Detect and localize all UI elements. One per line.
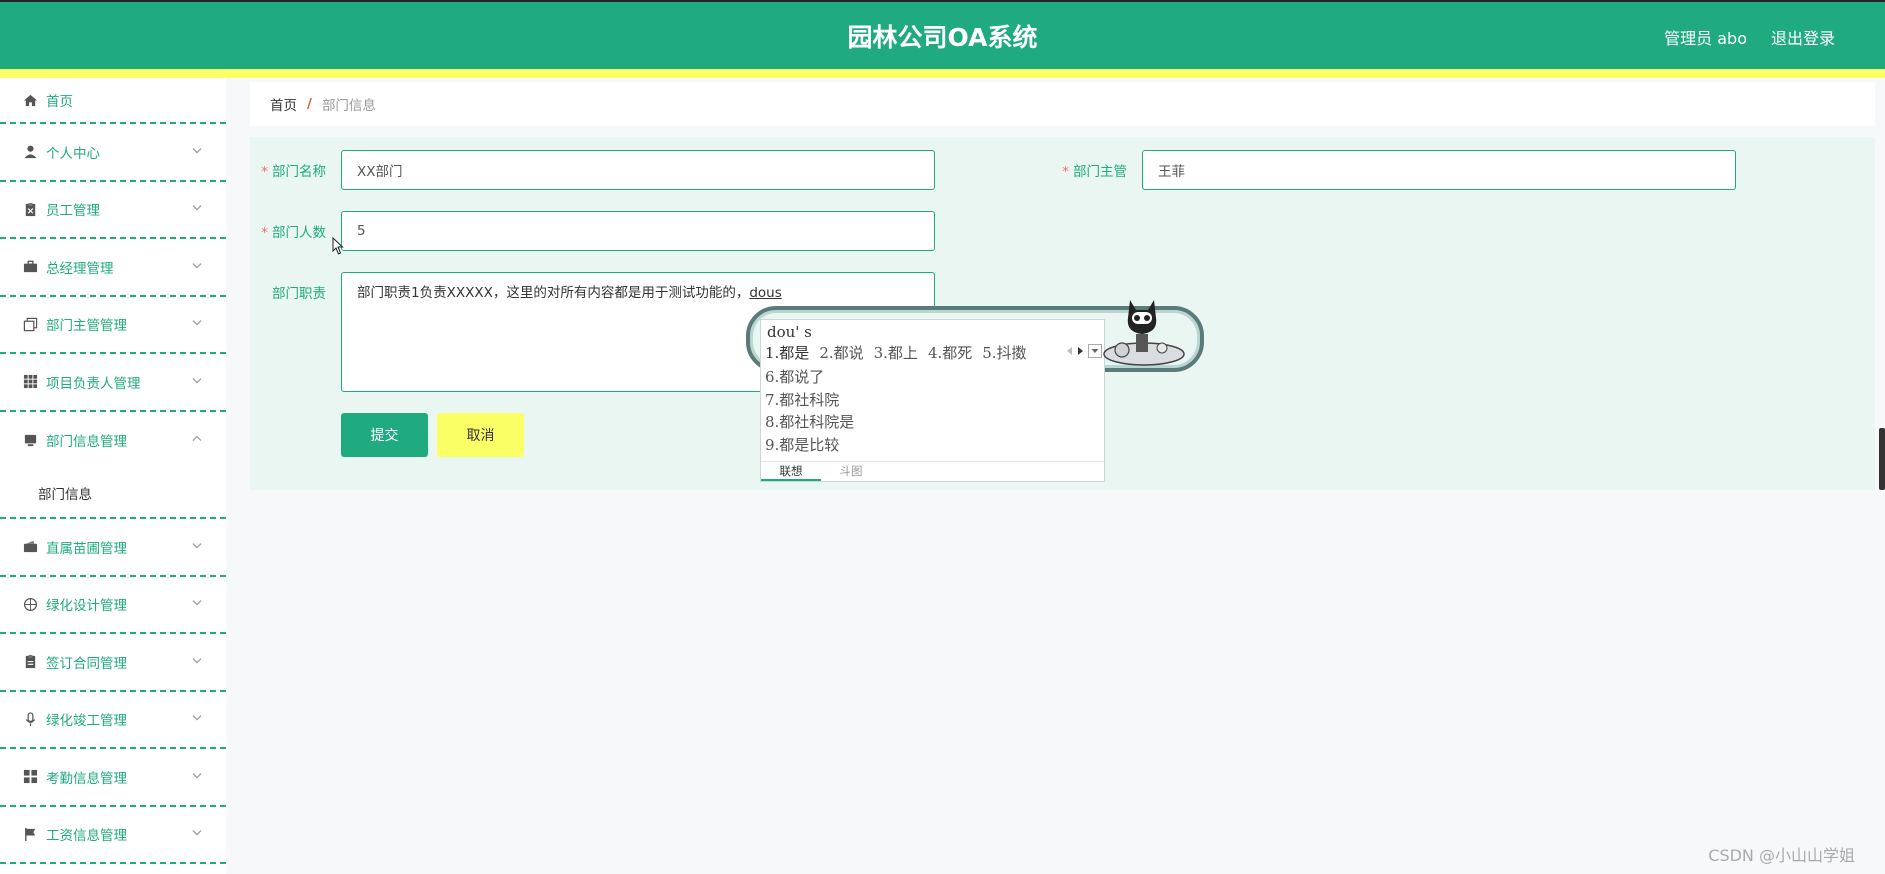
header-actions: 管理员 abo 退出登录 [1664, 25, 1835, 49]
dept-duty-label: 部门职责 [272, 286, 326, 302]
sidebar-item-gm[interactable]: 总经理管理 [0, 239, 226, 297]
ime-composing-text: dous [749, 285, 782, 301]
dept-count-input[interactable]: 5 [341, 211, 935, 251]
ime-pinyin: dou' s [767, 323, 812, 341]
ime-tab-association[interactable]: 联想 [761, 462, 821, 481]
chevron-down-icon [192, 715, 202, 721]
flag-icon [22, 826, 38, 842]
top-header: 园林公司OA系统 管理员 abo 退出登录 [0, 0, 1885, 69]
microphone-icon [22, 711, 38, 727]
watermark: CSDN @小山山学姐 [1708, 846, 1855, 865]
sidebar-item-attendance[interactable]: 考勤信息管理 [0, 749, 226, 807]
dept-name-input[interactable]: XX部门 [341, 150, 935, 190]
breadcrumb-current: 部门信息 [321, 98, 376, 114]
sidebar-item-dept-info[interactable]: 部门信息管理 [0, 412, 226, 470]
chevron-down-icon [192, 377, 202, 384]
breadcrumb: 首页 / 部门信息 [250, 82, 1875, 126]
ime-candidate[interactable]: 5.抖擞 [982, 342, 1026, 363]
chevron-down-icon [192, 657, 202, 664]
ime-mascot-icon [1103, 300, 1185, 366]
breadcrumb-home[interactable]: 首页 [270, 94, 297, 114]
ime-candidate[interactable]: 8.都社科院是 [765, 411, 854, 434]
ime-candidates-list: 6.都说了 7.都社科院 8.都社科院是 9.都是比较 [765, 366, 854, 456]
cancel-button[interactable]: 取消 [437, 413, 524, 457]
sidebar-item-personal[interactable]: 个人中心 [0, 124, 226, 182]
wallet-icon [22, 539, 38, 555]
compass-icon [22, 596, 38, 612]
sidebar-item-dept-head[interactable]: 部门主管管理 [0, 297, 226, 354]
chevron-down-icon [192, 320, 202, 326]
dept-count-label: * 部门人数 [261, 225, 326, 241]
sidebar-item-salary[interactable]: 工资信息管理 [0, 807, 226, 864]
ime-page-arrows [1066, 344, 1102, 358]
dept-name-label: * 部门名称 [261, 164, 326, 180]
sidebar-subitem-dept-info[interactable]: 部门信息 [0, 469, 226, 519]
chevron-down-icon [192, 262, 202, 269]
sidebar-item-project-lead[interactable]: 项目负责人管理 [0, 354, 226, 412]
sidebar-item-contract[interactable]: 签订合同管理 [0, 634, 226, 692]
home-icon [22, 92, 38, 108]
ime-tab-sticker[interactable]: 斗图 [821, 462, 881, 481]
app-title: 园林公司OA系统 [847, 23, 1038, 52]
ime-candidate[interactable]: 7.都社科院 [765, 389, 854, 412]
breadcrumb-separator: / [307, 96, 312, 112]
chevron-down-icon [192, 147, 202, 154]
dept-head-input[interactable]: 王菲 [1142, 150, 1736, 190]
ime-tabs: 联想 斗图 [761, 461, 1104, 481]
ime-candidate[interactable]: 4.都死 [928, 342, 972, 363]
sidebar-item-staff[interactable]: 员工管理 [0, 182, 226, 239]
clipboard-icon [22, 201, 38, 217]
monitor-icon [22, 432, 38, 448]
dept-head-label: * 部门主管 [1062, 164, 1127, 180]
ime-candidate[interactable]: 1.都是 [765, 342, 809, 363]
chevron-down-icon [192, 830, 202, 836]
chevron-down-icon [192, 205, 202, 211]
page-scrollbar[interactable] [1879, 428, 1885, 490]
logout-link[interactable]: 退出登录 [1771, 25, 1835, 49]
sidebar-item-nursery[interactable]: 直属苗圃管理 [0, 519, 226, 577]
arrow-right-icon[interactable] [1077, 346, 1084, 356]
ime-candidate[interactable]: 9.都是比较 [765, 434, 854, 457]
ime-candidates-row: 1.都是 2.都说 3.都上 4.都死 5.抖擞 [765, 342, 1027, 363]
sidebar-item-completion[interactable]: 绿化竣工管理 [0, 692, 226, 749]
current-user: 管理员 abo [1664, 29, 1747, 48]
sidebar: 首页 个人中心 员工管理 总经理管理 部门主管管理 项目负责人管理 部门信息管理… [0, 78, 226, 874]
ime-candidate[interactable]: 2.都说 [819, 342, 863, 363]
expand-icon[interactable] [1088, 344, 1102, 358]
chevron-down-icon [192, 772, 202, 779]
sidebar-item-home[interactable]: 首页 [0, 78, 226, 124]
briefcase-icon [22, 259, 38, 275]
sidebar-item-greening-design[interactable]: 绿化设计管理 [0, 577, 226, 634]
mouse-cursor-icon [332, 237, 344, 255]
chevron-down-icon [192, 600, 202, 606]
chevron-up-icon [192, 436, 202, 442]
clipboard-list-icon [22, 654, 38, 670]
arrow-left-icon[interactable] [1066, 346, 1073, 356]
grid-icon [22, 374, 38, 390]
apps-icon [22, 769, 38, 785]
copy-icon [22, 316, 38, 332]
user-icon [22, 144, 38, 160]
ime-candidate[interactable]: 3.都上 [874, 342, 918, 363]
submit-button[interactable]: 提交 [341, 413, 428, 457]
ime-candidate-window: dou' s 1.都是 2.都说 3.都上 4.都死 5.抖擞 6.都说了 7.… [760, 319, 1105, 482]
chevron-down-icon [192, 542, 202, 549]
ime-candidate[interactable]: 6.都说了 [765, 366, 854, 389]
header-stripe [0, 69, 1885, 78]
